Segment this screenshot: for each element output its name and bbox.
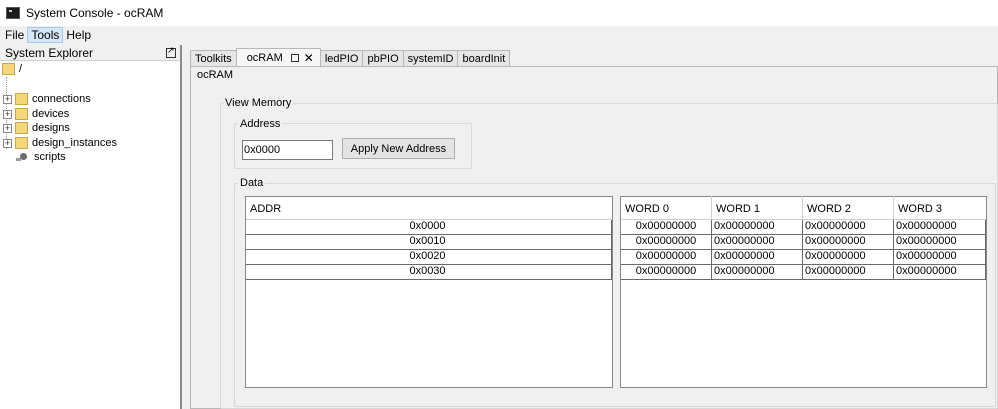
menu-tools[interactable]: Tools (27, 27, 64, 43)
tree-item-label: / (19, 63, 23, 75)
table-row[interactable]: 0x00000000 0x00000000 0x00000000 0x00000… (621, 220, 986, 235)
title-bar: System Console - ocRAM (0, 0, 998, 26)
tab-label: Toolkits (195, 53, 232, 65)
table-row[interactable]: 0x00000000 0x00000000 0x00000000 0x00000… (621, 250, 986, 265)
tab-label: boardInit (462, 53, 506, 65)
folder-icon (15, 93, 28, 105)
word-cell: 0x00000000 (803, 265, 894, 279)
tree-item-connections[interactable]: + connections (3, 92, 91, 106)
tab-ocram[interactable]: ocRAM ✕ (235, 48, 321, 67)
tab-toolkits[interactable]: Toolkits (190, 50, 237, 67)
menu-file[interactable]: File (2, 27, 27, 43)
word-cell: 0x00000000 (894, 235, 986, 249)
system-explorer-panel: System Explorer / + connections + device… (0, 45, 182, 409)
word-cell: 0x00000000 (894, 220, 986, 234)
panel-title: ocRAM (197, 69, 234, 81)
tab-bar: Toolkits ocRAM ✕ ledPIO pbPIO systemID b… (190, 48, 511, 67)
word3-column-header[interactable]: WORD 3 (894, 196, 986, 219)
explorer-title: System Explorer (5, 45, 94, 60)
word-cell: 0x00000000 (894, 265, 986, 279)
address-label: Address (238, 118, 283, 130)
close-icon[interactable]: ✕ (304, 52, 314, 64)
main-area: Toolkits ocRAM ✕ ledPIO pbPIO systemID b… (187, 46, 998, 409)
tab-ledpio[interactable]: ledPIO (319, 50, 364, 67)
word-cell: 0x00000000 (803, 220, 894, 234)
tree-item-design-instances[interactable]: + design_instances (3, 136, 117, 150)
table-row[interactable]: 0x0010 (246, 235, 612, 250)
tab-label: ledPIO (324, 53, 359, 65)
script-icon (16, 152, 30, 162)
word-table-header: WORD 0 WORD 1 WORD 2 WORD 3 (621, 196, 986, 220)
tree-item-scripts[interactable]: scripts (16, 150, 66, 164)
word2-column-header[interactable]: WORD 2 (803, 196, 894, 219)
window-title: System Console - ocRAM (26, 6, 164, 20)
folder-icon (15, 108, 28, 120)
menu-bar: File Tools Help (0, 26, 998, 44)
tree-item-label: scripts (34, 151, 66, 163)
tree-item-label: devices (32, 108, 70, 120)
addr-column-header[interactable]: ADDR (246, 196, 612, 219)
tree-item-devices[interactable]: + devices (3, 107, 69, 121)
apply-new-address-button[interactable]: Apply New Address (342, 138, 455, 159)
addr-table: ADDR 0x0000 0x0010 0x0020 0x0030 (245, 196, 613, 388)
tree-item-root[interactable]: / (2, 62, 22, 76)
tab-label: systemID (407, 53, 454, 65)
addr-cell: 0x0020 (246, 250, 612, 264)
word-cell: 0x00000000 (621, 265, 712, 279)
folder-icon (15, 137, 28, 149)
word-cell: 0x00000000 (712, 235, 803, 249)
word-cell: 0x00000000 (803, 235, 894, 249)
folder-icon (15, 122, 28, 134)
addr-cell: 0x0010 (246, 235, 612, 249)
word1-column-header[interactable]: WORD 1 (712, 196, 803, 219)
menu-help[interactable]: Help (63, 27, 94, 43)
tab-label: ocRAM (246, 52, 283, 64)
word-cell: 0x00000000 (712, 220, 803, 234)
tree-item-designs[interactable]: + designs (3, 121, 70, 135)
table-row[interactable]: 0x0020 (246, 250, 612, 265)
tab-boardinit[interactable]: boardInit (457, 50, 511, 67)
word-cell: 0x00000000 (621, 220, 712, 234)
explorer-header: System Explorer (0, 45, 180, 61)
word-table: WORD 0 WORD 1 WORD 2 WORD 3 0x00000000 0… (620, 196, 987, 388)
addr-cell: 0x0000 (246, 220, 612, 234)
tab-systemid[interactable]: systemID (402, 50, 459, 67)
addr-cell: 0x0030 (246, 265, 612, 279)
word-cell: 0x00000000 (621, 250, 712, 264)
data-label: Data (238, 177, 266, 189)
expand-icon[interactable]: + (3, 109, 12, 119)
word-cell: 0x00000000 (621, 235, 712, 249)
folder-icon (2, 63, 15, 75)
address-input[interactable] (242, 140, 333, 160)
table-row[interactable]: 0x0030 (246, 265, 612, 280)
word-cell: 0x00000000 (712, 250, 803, 264)
detach-icon[interactable] (290, 54, 299, 62)
addr-table-header: ADDR (246, 197, 612, 220)
tree-item-label: connections (32, 93, 91, 105)
tab-label: pbPIO (367, 53, 399, 65)
expand-icon[interactable]: + (3, 138, 12, 148)
word-cell: 0x00000000 (894, 250, 986, 264)
word-cell: 0x00000000 (712, 265, 803, 279)
word0-column-header[interactable]: WORD 0 (621, 196, 712, 219)
tree-item-label: designs (32, 122, 70, 134)
float-window-icon[interactable] (166, 45, 176, 58)
expand-icon[interactable]: + (3, 123, 12, 133)
console-icon (6, 7, 20, 19)
table-row[interactable]: 0x00000000 0x00000000 0x00000000 0x00000… (621, 235, 986, 250)
view-memory-label: View Memory (223, 97, 294, 109)
expand-icon[interactable]: + (3, 94, 12, 104)
tab-pbpio[interactable]: pbPIO (362, 50, 404, 67)
tree-item-label: design_instances (32, 137, 118, 149)
word-cell: 0x00000000 (803, 250, 894, 264)
table-row[interactable]: 0x00000000 0x00000000 0x00000000 0x00000… (621, 265, 986, 280)
table-row[interactable]: 0x0000 (246, 220, 612, 235)
